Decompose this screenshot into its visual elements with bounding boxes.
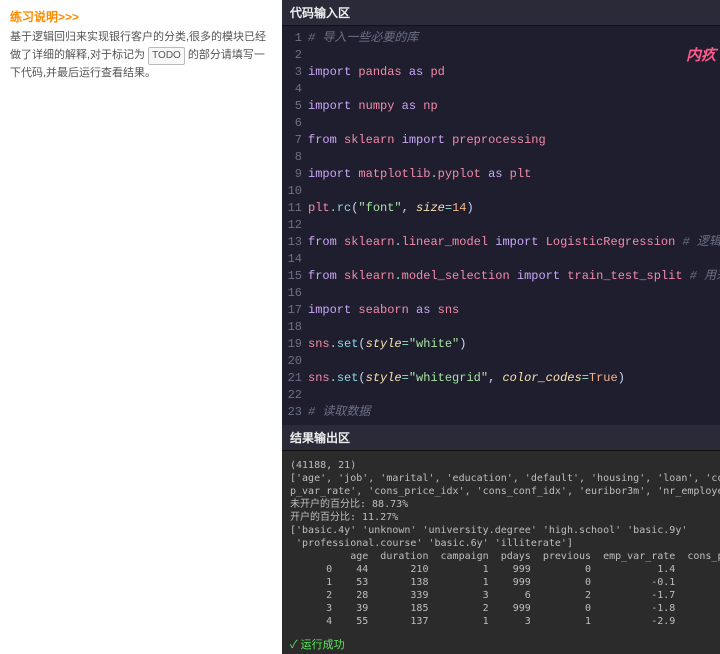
- line-number: 6: [282, 115, 308, 132]
- code-text[interactable]: from sklearn.linear_model import Logisti…: [308, 234, 720, 251]
- code-line[interactable]: 9import matplotlib.pyplot as plt: [282, 166, 720, 183]
- line-number: 11: [282, 200, 308, 217]
- code-line[interactable]: 10: [282, 183, 720, 200]
- line-number: 4: [282, 81, 308, 98]
- code-section-header: 代码输入区: [282, 0, 720, 26]
- line-number: 7: [282, 132, 308, 149]
- code-line[interactable]: 8: [282, 149, 720, 166]
- code-line[interactable]: 13from sklearn.linear_model import Logis…: [282, 234, 720, 251]
- line-number: 8: [282, 149, 308, 166]
- output-console[interactable]: (41188, 21) ['age', 'job', 'marital', 'e…: [282, 451, 720, 634]
- code-line[interactable]: 20: [282, 353, 720, 370]
- code-line[interactable]: 15from sklearn.model_selection import tr…: [282, 268, 720, 285]
- todo-badge: TODO: [148, 47, 185, 65]
- code-line[interactable]: 19sns.set(style="white"): [282, 336, 720, 353]
- code-text[interactable]: [308, 149, 720, 166]
- code-line[interactable]: 22: [282, 387, 720, 404]
- code-line[interactable]: 21sns.set(style="whitegrid", color_codes…: [282, 370, 720, 387]
- code-editor[interactable]: 内疚 1# 导入一些必要的库23import pandas as pd45imp…: [282, 26, 720, 425]
- code-text[interactable]: [308, 285, 720, 302]
- code-line[interactable]: 4: [282, 81, 720, 98]
- code-text[interactable]: [308, 115, 720, 132]
- line-number: 1: [282, 30, 308, 47]
- code-line[interactable]: 2: [282, 47, 720, 64]
- line-number: 21: [282, 370, 308, 387]
- code-text[interactable]: import numpy as np: [308, 98, 720, 115]
- line-number: 20: [282, 353, 308, 370]
- line-number: 2: [282, 47, 308, 64]
- line-number: 10: [282, 183, 308, 200]
- code-text[interactable]: [308, 353, 720, 370]
- code-line[interactable]: 6: [282, 115, 720, 132]
- code-text[interactable]: [308, 81, 720, 98]
- code-text[interactable]: [308, 251, 720, 268]
- code-text[interactable]: sns.set(style="white"): [308, 336, 720, 353]
- overlay-tag: 内疚: [686, 44, 716, 65]
- instructions-text: 基于逻辑回归来实现银行客户的分类,很多的模块已经做了详细的解释,对于标记为 TO…: [10, 29, 272, 82]
- code-line[interactable]: 18: [282, 319, 720, 336]
- code-line[interactable]: 12: [282, 217, 720, 234]
- code-line[interactable]: 3import pandas as pd: [282, 64, 720, 81]
- code-text[interactable]: import seaborn as sns: [308, 302, 720, 319]
- line-number: 9: [282, 166, 308, 183]
- code-text[interactable]: [308, 217, 720, 234]
- code-line[interactable]: 11plt.rc("font", size=14): [282, 200, 720, 217]
- code-text[interactable]: sns.set(style="whitegrid", color_codes=T…: [308, 370, 720, 387]
- line-number: 3: [282, 64, 308, 81]
- code-text[interactable]: plt.rc("font", size=14): [308, 200, 720, 217]
- code-text[interactable]: from sklearn import preprocessing: [308, 132, 720, 149]
- code-line[interactable]: 14: [282, 251, 720, 268]
- line-number: 13: [282, 234, 308, 251]
- editor-panel: 代码输入区 内疚 1# 导入一些必要的库23import pandas as p…: [282, 0, 720, 654]
- code-text[interactable]: [308, 387, 720, 404]
- code-text[interactable]: # 导入一些必要的库: [308, 30, 720, 47]
- instructions-panel: 练习说明>>> 基于逻辑回归来实现银行客户的分类,很多的模块已经做了详细的解释,…: [0, 0, 282, 654]
- code-line[interactable]: 7from sklearn import preprocessing: [282, 132, 720, 149]
- code-text[interactable]: [308, 319, 720, 336]
- line-number: 22: [282, 387, 308, 404]
- code-text[interactable]: [308, 183, 720, 200]
- line-number: 12: [282, 217, 308, 234]
- line-number: 23: [282, 404, 308, 421]
- line-number: 16: [282, 285, 308, 302]
- code-line[interactable]: 5import numpy as np: [282, 98, 720, 115]
- line-number: 14: [282, 251, 308, 268]
- output-section-header: 结果输出区: [282, 425, 720, 451]
- code-text[interactable]: from sklearn.model_selection import trai…: [308, 268, 720, 285]
- line-number: 19: [282, 336, 308, 353]
- instructions-title: 练习说明>>>: [10, 8, 272, 25]
- code-text[interactable]: [308, 47, 720, 64]
- code-text[interactable]: import pandas as pd: [308, 64, 720, 81]
- code-text[interactable]: # 读取数据: [308, 404, 720, 421]
- run-status: ✓ 运行成功: [282, 634, 720, 654]
- code-text[interactable]: import matplotlib.pyplot as plt: [308, 166, 720, 183]
- code-line[interactable]: 23# 读取数据: [282, 404, 720, 421]
- code-line[interactable]: 16: [282, 285, 720, 302]
- line-number: 5: [282, 98, 308, 115]
- code-line[interactable]: 1# 导入一些必要的库: [282, 30, 720, 47]
- line-number: 18: [282, 319, 308, 336]
- line-number: 17: [282, 302, 308, 319]
- line-number: 15: [282, 268, 308, 285]
- code-line[interactable]: 17import seaborn as sns: [282, 302, 720, 319]
